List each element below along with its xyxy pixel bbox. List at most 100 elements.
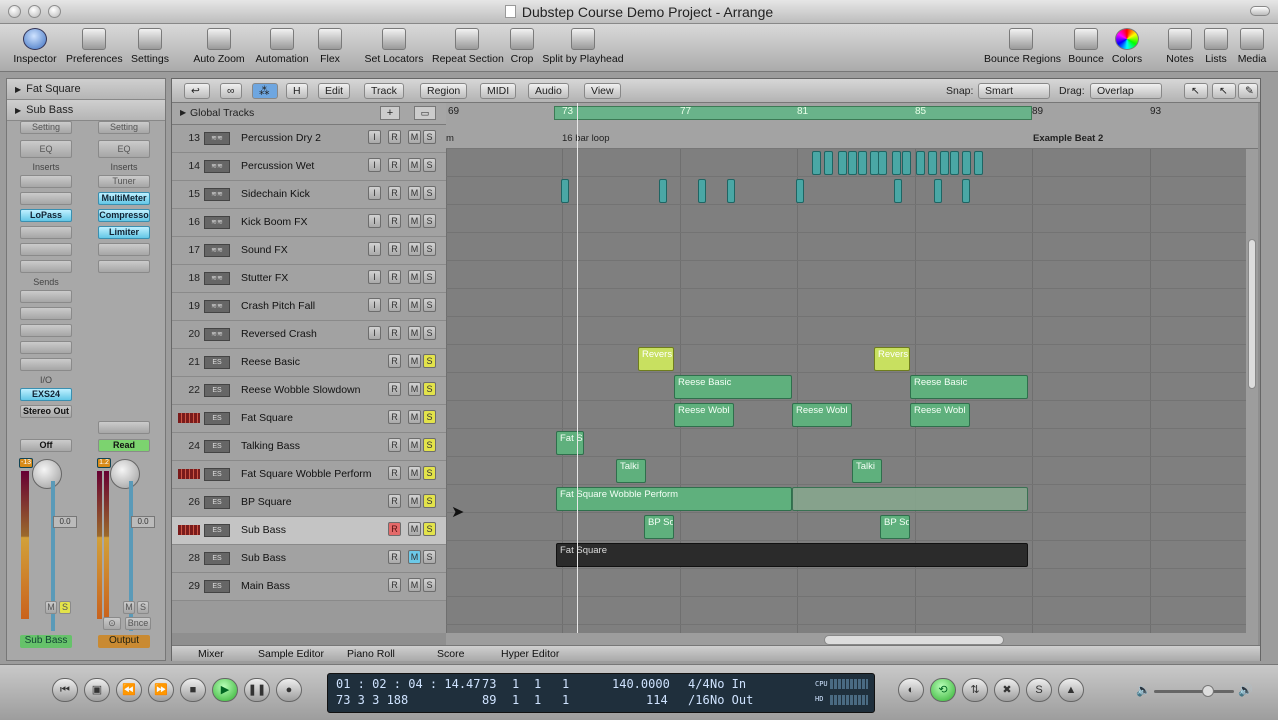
record-enable-button[interactable]: R (388, 550, 401, 564)
metronome-icon[interactable]: ▲ (1058, 678, 1084, 702)
hide-button[interactable]: H (286, 83, 308, 99)
setting-button[interactable]: Setting (20, 121, 72, 134)
region[interactable] (902, 151, 911, 175)
automation-mode[interactable]: Read (98, 439, 150, 452)
vertical-scrollbar[interactable] (1246, 149, 1258, 633)
notes-button[interactable]: Notes (1164, 28, 1196, 65)
mute-button[interactable]: M (408, 186, 421, 200)
region[interactable] (848, 151, 857, 175)
region[interactable]: Revers (638, 347, 674, 371)
rewind-icon[interactable]: ⏪ (116, 678, 142, 702)
stop-icon[interactable]: ■ (180, 678, 206, 702)
track-name[interactable]: Crash Pitch Fall (241, 300, 315, 312)
insert-slot[interactable] (20, 243, 72, 256)
send-slot[interactable] (20, 307, 72, 320)
track-name[interactable]: Fat Square (241, 412, 293, 424)
record-enable-button[interactable]: R (388, 130, 401, 144)
insert-slot[interactable] (20, 192, 72, 205)
insert-multimeter[interactable]: MultiMeter (98, 192, 150, 205)
mute-button[interactable]: M (408, 410, 421, 424)
solo-button[interactable]: S (423, 242, 436, 256)
horizontal-scroll-thumb[interactable] (824, 635, 1004, 645)
tab-sample-editor[interactable]: Sample Editor (258, 648, 324, 660)
track-row[interactable]: 14 ≋≋ Percussion Wet I R M S (172, 153, 446, 181)
insert-limiter[interactable]: Limiter (98, 226, 150, 239)
go-to-start-icon[interactable]: ⏮ (52, 678, 78, 702)
send-slot[interactable] (20, 290, 72, 303)
arrangement-marker[interactable]: Example Beat 2 (1033, 133, 1103, 144)
mute-button[interactable]: M (123, 601, 135, 614)
colors-button[interactable]: Colors (1110, 28, 1144, 65)
midi-menu[interactable]: MIDI (480, 83, 517, 99)
insert-slot[interactable] (98, 260, 150, 273)
solo-button[interactable]: S (423, 130, 436, 144)
track-row[interactable]: 25ESFat Square Wobble PerformRMS (172, 461, 446, 489)
repeat-section-button[interactable]: Repeat Section (432, 28, 504, 65)
drag-select[interactable]: Overlap (1090, 83, 1162, 99)
region[interactable] (858, 151, 867, 175)
solo-button[interactable]: S (59, 601, 71, 614)
go-to-position-icon[interactable]: ▣ (84, 678, 110, 702)
record-enable-button[interactable]: R (388, 578, 401, 592)
tempo-display[interactable]: 140.0000 (612, 677, 670, 691)
region[interactable]: Reese Basic (910, 375, 1028, 399)
solo-button[interactable]: S (423, 382, 436, 396)
region[interactable] (962, 151, 971, 175)
mute-button[interactable]: M (408, 578, 421, 592)
mute-button[interactable]: M (408, 158, 421, 172)
region[interactable] (698, 179, 706, 203)
solo-button[interactable]: S (423, 466, 436, 480)
input-monitor-button[interactable]: I (368, 158, 381, 172)
set-locators-button[interactable]: Set Locators (364, 28, 424, 65)
global-tracks-header[interactable]: ▶ Global Tracks + ▭ (172, 103, 446, 125)
track-row[interactable]: 19 ≋≋ Crash Pitch Fall I R M S (172, 293, 446, 321)
region[interactable] (974, 151, 983, 175)
record-enable-button[interactable]: R (388, 242, 401, 256)
playhead[interactable] (577, 103, 578, 633)
insert-slot[interactable] (20, 175, 72, 188)
tuner-button[interactable]: Tuner (98, 175, 150, 188)
solo-button[interactable]: S (423, 494, 436, 508)
play-icon[interactable]: ▶ (212, 678, 238, 702)
record-enable-button[interactable]: R (388, 186, 401, 200)
region[interactable]: Revers (874, 347, 910, 371)
track-row[interactable]: 15 ≋≋ Sidechain Kick I R M S (172, 181, 446, 209)
track-row[interactable]: 16 ≋≋ Kick Boom FX I R M S (172, 209, 446, 237)
mute-button[interactable]: M (408, 466, 421, 480)
solo-button[interactable]: S (423, 578, 436, 592)
input-monitor-button[interactable]: I (368, 186, 381, 200)
record-enable-button[interactable]: R (388, 522, 401, 536)
tab-hyper-editor[interactable]: Hyper Editor (501, 648, 559, 660)
track-name[interactable]: Sub Bass (241, 552, 286, 564)
region[interactable]: Reese Wobl (910, 403, 970, 427)
track-lane[interactable] (446, 345, 1258, 373)
region[interactable] (940, 151, 949, 175)
add-track-button[interactable]: + (380, 106, 400, 120)
track-name[interactable]: Main Bass (241, 580, 290, 592)
region[interactable]: Reese Basic (674, 375, 792, 399)
empty-slot[interactable] (98, 421, 150, 434)
solo-button[interactable]: S (423, 550, 436, 564)
flex-button[interactable]: Flex (318, 28, 342, 65)
region[interactable] (838, 151, 847, 175)
record-enable-button[interactable]: R (388, 326, 401, 340)
track-row[interactable]: 29 ES Main Bass R M S (172, 573, 446, 601)
insert-compressor[interactable]: Compresso (98, 209, 150, 222)
record-enable-button[interactable]: R (388, 298, 401, 312)
track-row[interactable]: 26 ES BP Square R M S (172, 489, 446, 517)
media-button[interactable]: Media (1236, 28, 1268, 65)
track-name[interactable]: Talking Bass (241, 440, 300, 452)
mute-button[interactable]: M (408, 438, 421, 452)
mute-button[interactable]: M (408, 494, 421, 508)
solo-button[interactable]: S (423, 326, 436, 340)
region[interactable] (962, 179, 970, 203)
mute-button[interactable]: M (408, 130, 421, 144)
solo-button[interactable]: S (423, 522, 436, 536)
tab-score[interactable]: Score (437, 648, 464, 660)
solo-button[interactable]: S (423, 410, 436, 424)
track-name[interactable]: Sub Bass (241, 524, 286, 536)
input-monitor-button[interactable]: I (368, 298, 381, 312)
pencil-tool[interactable]: ✎ (1238, 83, 1258, 99)
mute-button[interactable]: M (408, 270, 421, 284)
pause-icon[interactable]: ❚❚ (244, 678, 270, 702)
